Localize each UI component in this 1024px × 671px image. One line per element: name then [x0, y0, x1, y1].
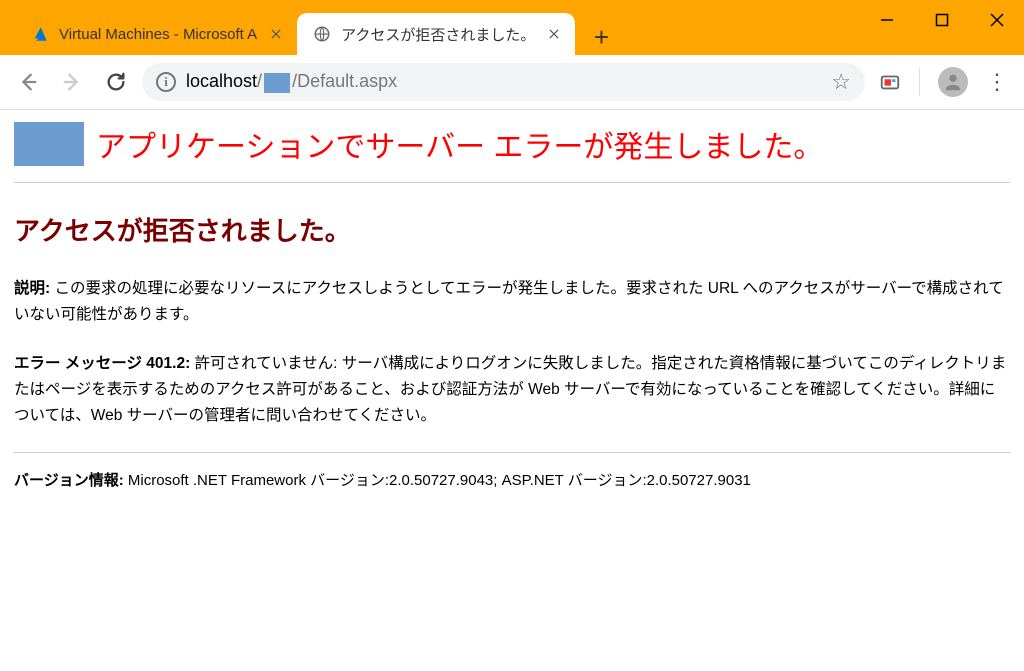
- description-label: 説明:: [14, 280, 50, 297]
- close-icon[interactable]: [267, 25, 285, 43]
- toolbar: i localhost//Default.aspx ☆ ⋮: [0, 55, 1024, 110]
- page-title: アプリケーションでサーバー エラーが発生しました。: [96, 122, 823, 166]
- tab-title: Virtual Machines - Microsoft A: [59, 26, 257, 43]
- site-info-icon[interactable]: i: [156, 72, 176, 92]
- globe-icon: [313, 25, 331, 43]
- back-button[interactable]: [10, 64, 46, 100]
- version-text: Microsoft .NET Framework バージョン:2.0.50727…: [128, 472, 751, 489]
- url-path: /Default.aspx: [292, 71, 397, 91]
- error-code-label: エラー メッセージ 401.2:: [14, 355, 190, 372]
- redacted-segment: [264, 73, 290, 93]
- error-subtitle: アクセスが拒否されました。: [14, 211, 1010, 248]
- menu-button[interactable]: ⋮: [986, 69, 1008, 95]
- tab-title: アクセスが拒否されました。: [341, 24, 535, 45]
- tab-strip: Virtual Machines - Microsoft A アクセスが拒否され…: [0, 0, 619, 55]
- description-paragraph: 説明: この要求の処理に必要なリソースにアクセスしようとしてエラーが発生しました…: [14, 276, 1010, 329]
- close-window-button[interactable]: [969, 0, 1024, 40]
- error-header: アプリケーションでサーバー エラーが発生しました。: [14, 122, 1010, 183]
- toolbar-right: ⋮: [873, 67, 1014, 97]
- close-icon[interactable]: [545, 25, 563, 43]
- new-tab-button[interactable]: +: [583, 19, 619, 55]
- tab-0[interactable]: Virtual Machines - Microsoft A: [15, 13, 297, 55]
- profile-button[interactable]: [938, 67, 968, 97]
- window-controls: [859, 0, 1024, 40]
- version-label: バージョン情報:: [14, 472, 124, 489]
- address-bar[interactable]: i localhost//Default.aspx ☆: [142, 63, 865, 101]
- bookmark-icon[interactable]: ☆: [831, 69, 851, 95]
- browser-window: Virtual Machines - Microsoft A アクセスが拒否され…: [0, 0, 1024, 671]
- redacted-app-name: [14, 122, 84, 166]
- version-info: バージョン情報: Microsoft .NET Framework バージョン:…: [14, 452, 1010, 490]
- tab-1[interactable]: アクセスが拒否されました。: [297, 13, 575, 55]
- reload-button[interactable]: [98, 64, 134, 100]
- azure-icon: [31, 25, 49, 43]
- url-host: localhost: [186, 71, 257, 91]
- description-text: この要求の処理に必要なリソースにアクセスしようとしてエラーが発生しました。要求さ…: [14, 280, 1004, 323]
- page-content: アプリケーションでサーバー エラーが発生しました。 アクセスが拒否されました。 …: [0, 110, 1024, 671]
- titlebar: Virtual Machines - Microsoft A アクセスが拒否され…: [0, 0, 1024, 55]
- maximize-button[interactable]: [914, 0, 969, 40]
- extension-icon[interactable]: [879, 71, 901, 93]
- divider: [919, 68, 920, 96]
- minimize-button[interactable]: [859, 0, 914, 40]
- forward-button[interactable]: [54, 64, 90, 100]
- error-message-paragraph: エラー メッセージ 401.2: 許可されていません: サーバ構成によりログオン…: [14, 351, 1010, 430]
- url-display: localhost//Default.aspx: [186, 71, 821, 92]
